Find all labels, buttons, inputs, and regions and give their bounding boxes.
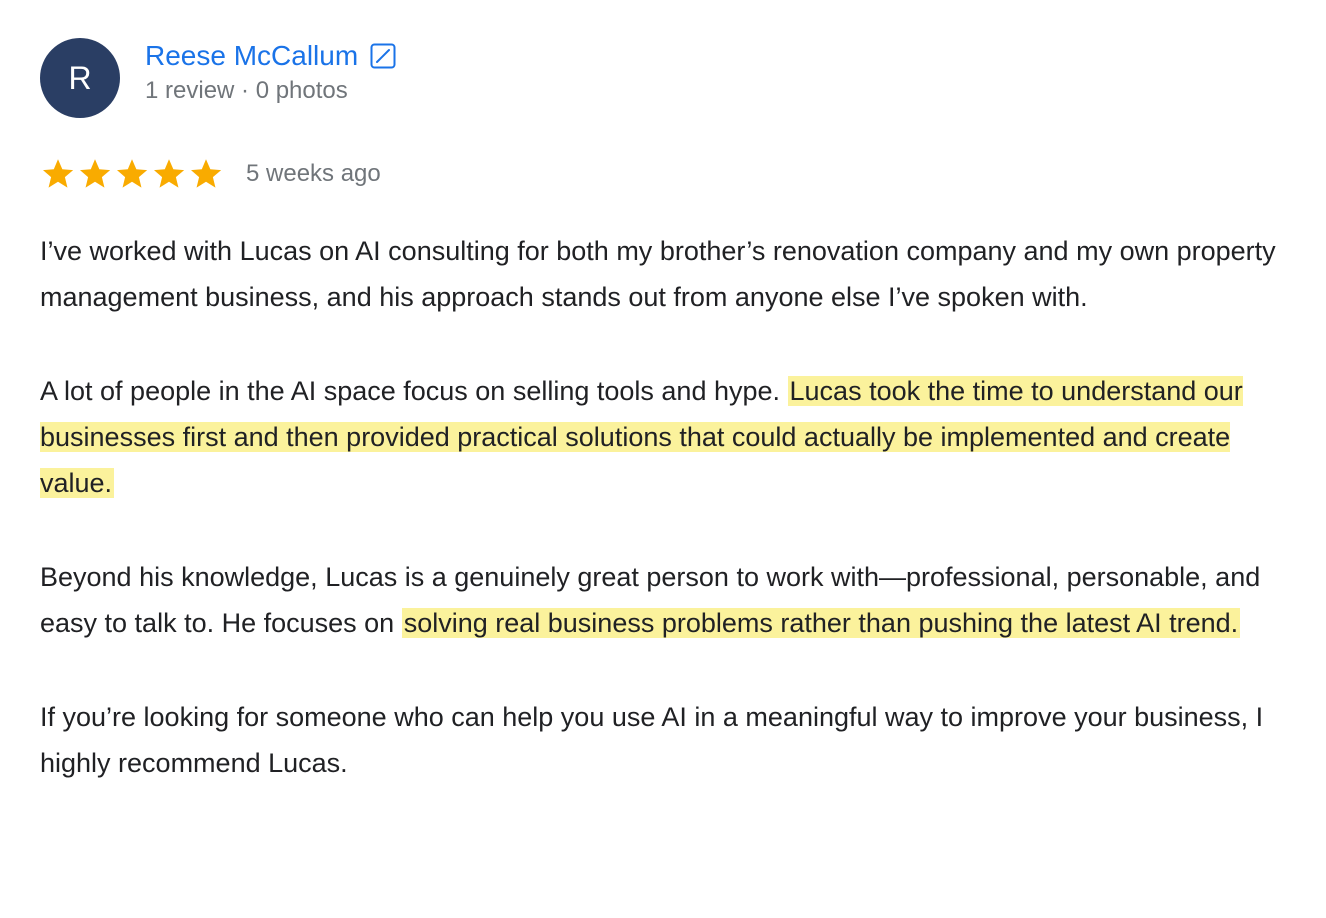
reviewer-name-row: Reese McCallum [145, 38, 396, 74]
review-paragraph: I’ve worked with Lucas on AI consulting … [40, 228, 1286, 320]
star-icon [117, 159, 148, 188]
star-icon [80, 159, 111, 188]
avatar-letter: R [68, 60, 92, 96]
edit-external-icon[interactable] [370, 43, 396, 69]
highlighted-text: solving real business problems rather th… [401, 608, 1241, 638]
review-paragraph: If you’re looking for someone who can he… [40, 694, 1286, 786]
review-date: 5 weeks ago [246, 160, 381, 187]
rating-row: 5 weeks ago [40, 154, 381, 194]
paragraph-text: A lot of people in the AI space focus on… [40, 376, 788, 406]
review-paragraph: A lot of people in the AI space focus on… [40, 368, 1286, 506]
reviewer-info: Reese McCallum 1 review · 0 photos [145, 38, 396, 108]
paragraph-text: I’ve worked with Lucas on AI consulting … [40, 236, 1276, 312]
star-icon [191, 159, 222, 188]
star-icon [154, 159, 185, 188]
paragraph-text: If you’re looking for someone who can he… [40, 702, 1264, 778]
review-card: R Reese McCallum 1 review · 0 photos 5 w… [0, 0, 1326, 918]
review-paragraph: Beyond his knowledge, Lucas is a genuine… [40, 554, 1286, 646]
avatar[interactable]: R [40, 38, 120, 118]
star-rating [40, 156, 224, 192]
reviewer-name-link[interactable]: Reese McCallum [145, 38, 358, 74]
review-text: I’ve worked with Lucas on AI consulting … [40, 228, 1286, 834]
reviewer-meta: 1 review · 0 photos [145, 77, 348, 104]
star-icon [43, 159, 74, 188]
